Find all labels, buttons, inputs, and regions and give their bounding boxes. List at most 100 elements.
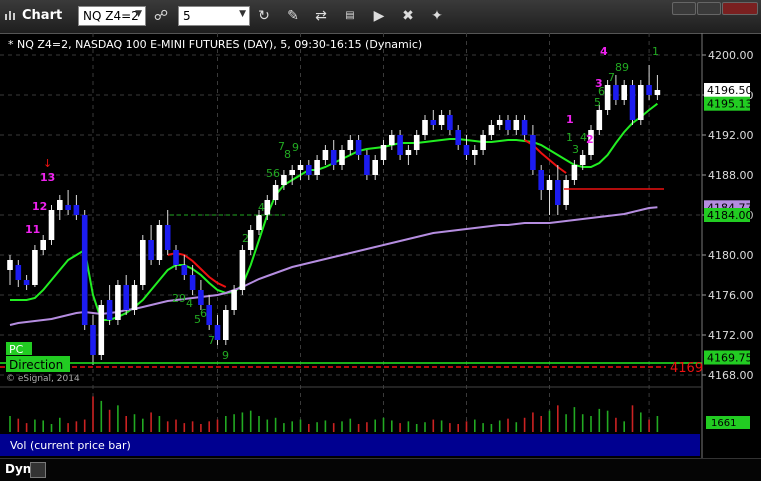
direction-label: Direction — [9, 358, 63, 372]
candle-body — [372, 160, 378, 175]
candle-body — [330, 150, 337, 165]
candle-body — [596, 110, 603, 130]
candle — [629, 80, 636, 125]
window-title: Chart — [22, 8, 63, 23]
close-button[interactable] — [722, 2, 758, 15]
grid — [0, 33, 702, 433]
play-icon[interactable]: ▶ — [369, 6, 389, 26]
candle — [472, 145, 478, 165]
candle-body — [256, 215, 262, 230]
candle-body — [281, 175, 287, 185]
candle-body — [106, 300, 113, 320]
candle — [654, 75, 661, 100]
candle-body — [40, 240, 46, 250]
count-label: 8 — [284, 148, 291, 161]
candle — [521, 115, 528, 140]
candle-body — [140, 240, 146, 285]
candle-body — [563, 180, 569, 205]
candle — [15, 260, 22, 287]
candle-body — [389, 135, 395, 145]
volume-panel-label: Vol (current price bar) — [10, 439, 131, 452]
count-label: 2 — [242, 232, 249, 245]
candle-body — [613, 85, 619, 100]
candle — [223, 305, 229, 345]
candle — [488, 120, 495, 140]
candle-body — [364, 155, 370, 175]
candle-body — [164, 225, 171, 250]
chevron-down-icon: ▼ — [135, 9, 142, 19]
candle-body — [413, 135, 420, 150]
interval-value: 5 — [183, 9, 191, 23]
candle-body — [15, 265, 22, 280]
candle — [538, 165, 544, 200]
maximize-button[interactable] — [697, 2, 721, 15]
candle — [430, 110, 437, 130]
candle — [264, 195, 271, 220]
candle-body — [496, 120, 503, 125]
count-label: 1 — [566, 113, 574, 126]
pencil-icon[interactable]: ✎ — [283, 6, 303, 26]
price-badge-text: 4195.13 — [707, 98, 753, 111]
count-label: 2 — [586, 133, 594, 146]
candle-body — [115, 285, 121, 320]
candle — [646, 65, 652, 100]
price-chart[interactable]: 4200.004196.004192.004188.004184.004180.… — [0, 33, 761, 458]
candle-body — [538, 170, 544, 190]
dyn-button[interactable]: Dyn — [5, 462, 31, 476]
candle-body — [405, 150, 412, 155]
candle-body — [306, 165, 312, 175]
candle-body — [488, 125, 495, 135]
link-icon[interactable]: ☍ — [151, 6, 171, 26]
candle — [530, 125, 536, 175]
delete-icon[interactable]: ✖ — [398, 6, 418, 26]
ma-line-green — [10, 102, 659, 321]
candle — [148, 225, 154, 265]
candle — [140, 235, 146, 290]
minimize-button[interactable] — [672, 2, 696, 15]
candle-body — [297, 165, 304, 170]
symbol-dropdown[interactable]: NQ Z4=2 ▼ — [78, 6, 146, 26]
candle — [480, 130, 486, 155]
candle-body — [189, 275, 196, 290]
y-tick-label: 4180.00 — [708, 249, 754, 262]
candle — [339, 145, 345, 170]
candle-body — [239, 250, 246, 290]
refresh-icon[interactable]: ↻ — [254, 6, 274, 26]
y-tick-label: 4192.00 — [708, 129, 754, 142]
candle-body — [621, 85, 627, 100]
candle-body — [98, 305, 105, 355]
candle — [306, 160, 312, 180]
count-label: 9 — [222, 349, 229, 362]
count-label: 12 — [32, 200, 47, 213]
candle-body — [198, 290, 204, 305]
dyn-toggle-icon[interactable] — [30, 462, 46, 478]
candle-body — [347, 140, 354, 150]
quote-icon[interactable]: ▤ — [340, 6, 360, 26]
count-label: 4 — [186, 297, 193, 310]
candle — [555, 165, 561, 215]
candle — [546, 175, 553, 215]
arrow-down-icon: ↓ — [43, 157, 52, 170]
y-tick-label: 4176.00 — [708, 289, 754, 302]
candle — [7, 255, 13, 285]
interval-dropdown[interactable]: 5 ▼ — [178, 6, 250, 26]
candle — [355, 135, 362, 160]
candle-body — [447, 115, 453, 130]
candle-body — [463, 145, 470, 155]
candle — [156, 220, 163, 265]
y-tick-label: 4172.00 — [708, 329, 754, 342]
candle — [123, 275, 129, 315]
candle — [73, 195, 80, 220]
candle-body — [181, 265, 188, 275]
candle-body — [264, 200, 271, 215]
title-bar: Chart NQ Z4=2 ▼ ☍ 5 ▼ ↻ ✎ ⇄ ▤ ▶ ✖ ✦ — [0, 0, 761, 34]
candle — [496, 115, 503, 130]
candle — [181, 255, 188, 280]
candle-body — [7, 260, 13, 270]
wrench-icon[interactable]: ✦ — [427, 6, 447, 26]
candle — [422, 115, 428, 140]
count-label: 4 — [580, 131, 587, 144]
candle — [513, 115, 520, 135]
candle — [106, 285, 113, 325]
cycle-icon[interactable]: ⇄ — [311, 6, 331, 26]
